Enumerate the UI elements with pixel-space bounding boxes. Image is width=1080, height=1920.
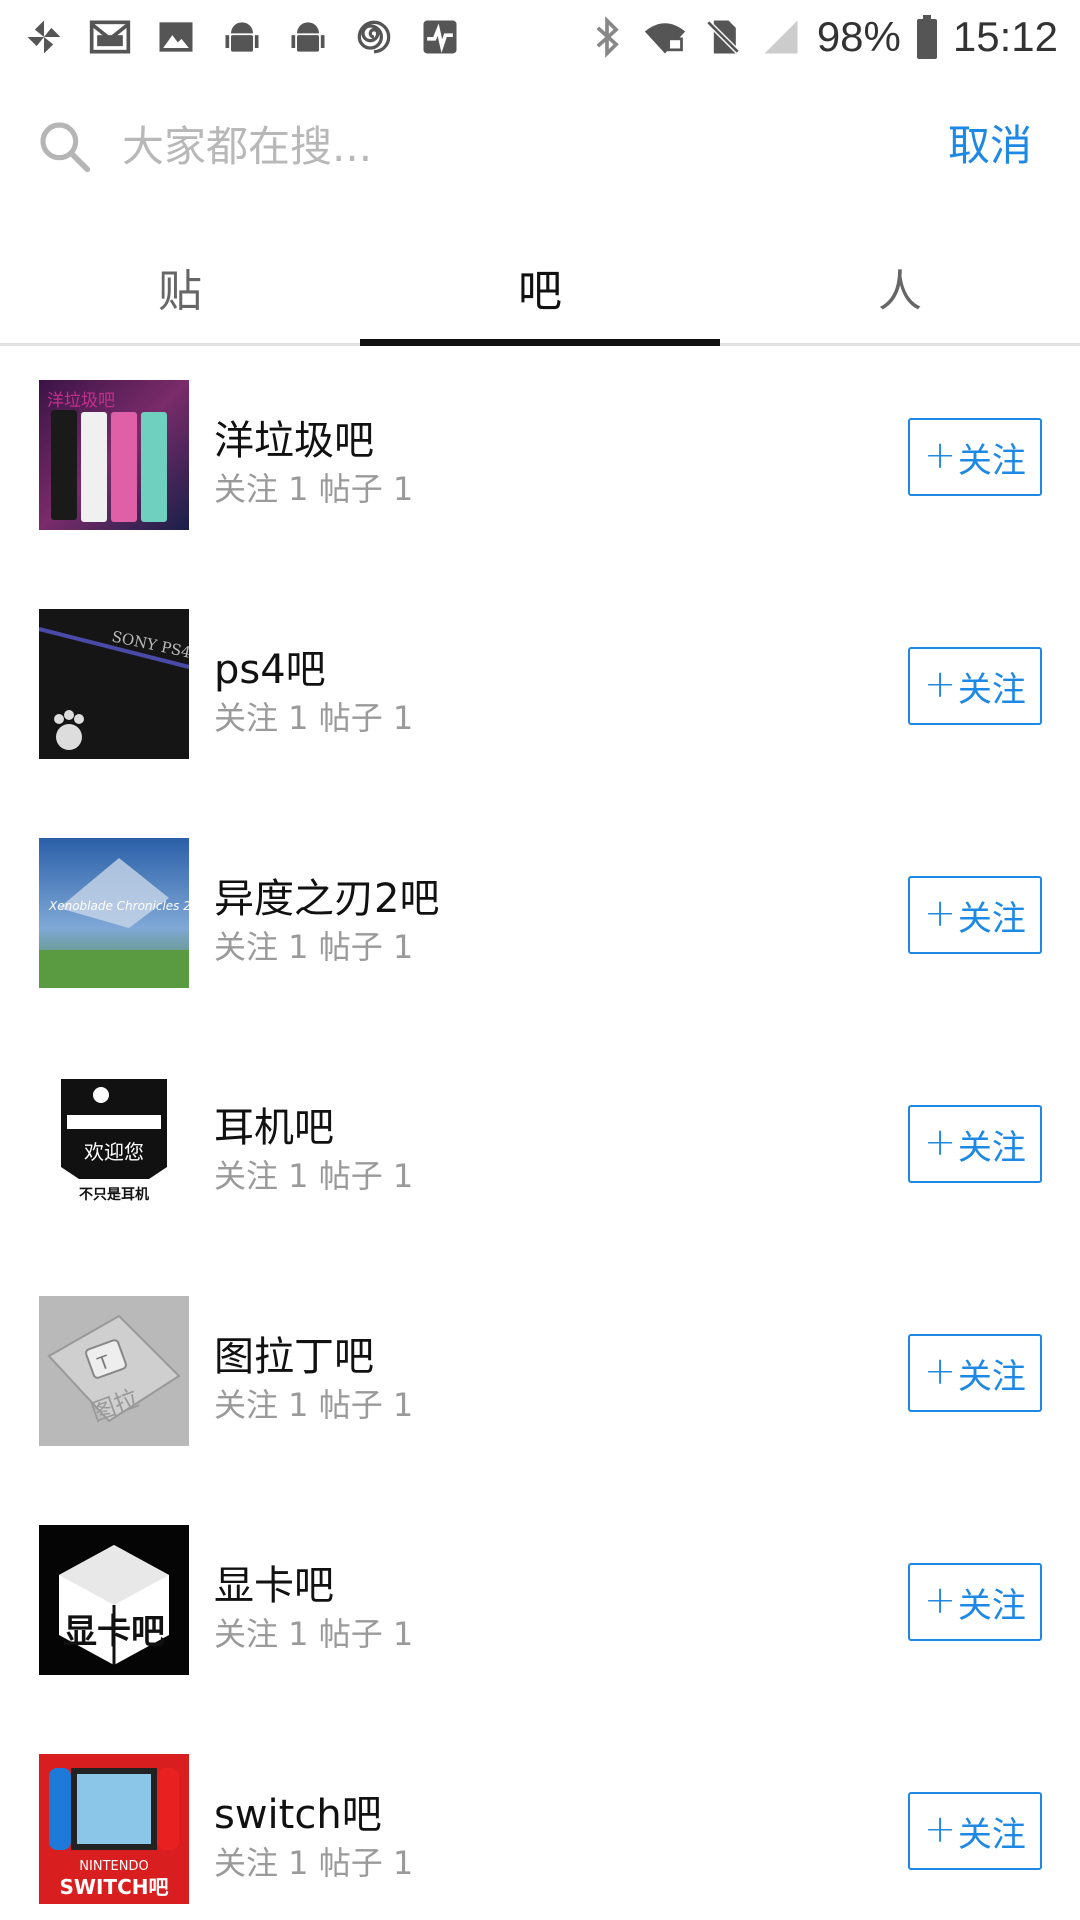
phones-thumbnail: 洋垃圾吧 [39, 380, 189, 530]
plus-icon: + [924, 891, 956, 935]
android-icon [225, 22, 259, 52]
follow-button[interactable]: + 关注 [908, 1792, 1042, 1870]
plus-icon: + [924, 662, 956, 706]
forum-stats: 关注 1 帖子 1 [214, 1157, 414, 1195]
forum-name: switch吧 [214, 1792, 382, 1838]
switch-thumbnail: NINTENDO SWITCH吧 [39, 1754, 189, 1904]
plus-icon: + [924, 1807, 956, 1851]
forum-name: 耳机吧 [214, 1105, 334, 1151]
search-bar: 取消 [0, 80, 1080, 210]
image-icon [159, 22, 193, 52]
forum-stats: 关注 1 帖子 1 [214, 470, 414, 508]
forum-avatar: SONY PS4 [39, 609, 189, 759]
forum-stats: 关注 1 帖子 1 [214, 1844, 414, 1882]
forum-name: 洋垃圾吧 [214, 418, 374, 464]
forum-stats: 关注 1 帖子 1 [214, 1386, 414, 1424]
svg-text:Xenoblade Chronicles 2: Xenoblade Chronicles 2 [48, 899, 189, 913]
mail-icon [89, 20, 131, 54]
list-item[interactable]: NINTENDO SWITCH吧 switch吧 关注 1 帖子 1 + 关注 [0, 1754, 1080, 1920]
forum-avatar: NINTENDO SWITCH吧 [39, 1754, 189, 1904]
tab-people[interactable]: 人 [720, 230, 1080, 343]
follow-button[interactable]: + 关注 [908, 647, 1042, 725]
forum-name: 显卡吧 [214, 1563, 334, 1609]
no-sim-icon [706, 20, 740, 54]
svg-text:欢迎您: 欢迎您 [84, 1140, 144, 1164]
tab-posts[interactable]: 贴 [0, 230, 360, 343]
plus-icon: + [924, 1578, 956, 1622]
signal-icon [764, 20, 798, 54]
forum-name: 图拉丁吧 [214, 1334, 374, 1380]
svg-text:SWITCH吧: SWITCH吧 [60, 1875, 169, 1899]
svg-text:NINTENDO: NINTENDO [79, 1859, 148, 1874]
plus-icon: + [924, 1349, 956, 1393]
tab-forums[interactable]: 吧 [360, 230, 720, 346]
spiral-icon [357, 20, 391, 54]
search-input[interactable] [122, 116, 742, 176]
list-item[interactable]: SONY PS4 ps4吧 关注 1 帖子 1 + 关注 [0, 609, 1080, 838]
list-item[interactable]: 显卡吧 显卡吧 关注 1 帖子 1 + 关注 [0, 1525, 1080, 1754]
svg-text:显卡吧: 显卡吧 [63, 1612, 165, 1652]
battery-icon [916, 15, 937, 59]
forum-stats: 关注 1 帖子 1 [214, 928, 414, 966]
follow-button[interactable]: + 关注 [908, 1334, 1042, 1412]
list-item[interactable]: 洋垃圾吧 洋垃圾吧 关注 1 帖子 1 + 关注 [0, 380, 1080, 609]
status-bar: 98% 15:12 [0, 0, 1080, 75]
headphone-thumbnail: 欢迎您 不只是耳机 [39, 1067, 189, 1217]
forum-result-list: 洋垃圾吧 洋垃圾吧 关注 1 帖子 1 + 关注 SONY PS4 ps4吧 关注… [0, 380, 1080, 1920]
follow-button[interactable]: + 关注 [908, 876, 1042, 954]
tualatin-thumbnail: T 图拉 [39, 1296, 189, 1446]
result-tabs: 贴 吧 人 [0, 230, 1080, 346]
follow-button[interactable]: + 关注 [908, 418, 1042, 496]
xenoblade-thumbnail: Xenoblade Chronicles 2 [39, 838, 189, 988]
forum-avatar: 欢迎您 不只是耳机 [39, 1067, 189, 1217]
clock: 15:12 [952, 13, 1058, 60]
system-icons: 98% 15:12 [585, 10, 1058, 64]
list-item[interactable]: 欢迎您 不只是耳机 耳机吧 关注 1 帖子 1 + 关注 [0, 1067, 1080, 1296]
android-icon [291, 22, 325, 52]
battery-percent: 98% [816, 13, 901, 60]
pulse-icon [423, 20, 457, 54]
wifi-lock-icon [644, 23, 685, 54]
forum-stats: 关注 1 帖子 1 [214, 1615, 414, 1653]
forum-stats: 关注 1 帖子 1 [214, 699, 414, 737]
notification-icons [22, 12, 462, 62]
follow-button[interactable]: + 关注 [908, 1105, 1042, 1183]
search-icon [40, 122, 91, 173]
svg-text:不只是耳机: 不只是耳机 [79, 1186, 149, 1203]
svg-text:洋垃圾吧: 洋垃圾吧 [47, 391, 115, 411]
list-item[interactable]: Xenoblade Chronicles 2 异度之刃2吧 关注 1 帖子 1 … [0, 838, 1080, 1067]
forum-avatar: T 图拉 [39, 1296, 189, 1446]
forum-name: 异度之刃2吧 [214, 876, 440, 922]
forum-avatar: 洋垃圾吧 [39, 380, 189, 530]
plus-icon: + [924, 433, 956, 477]
pinwheel-icon [27, 20, 61, 54]
follow-button[interactable]: + 关注 [908, 1563, 1042, 1641]
forum-avatar: Xenoblade Chronicles 2 [39, 838, 189, 988]
plus-icon: + [924, 1120, 956, 1164]
forum-avatar: 显卡吧 [39, 1525, 189, 1675]
ps4-thumbnail: SONY PS4 [39, 609, 189, 759]
forum-name: ps4吧 [214, 647, 326, 693]
gpu-thumbnail: 显卡吧 [39, 1525, 189, 1675]
cancel-button[interactable]: 取消 [948, 116, 1032, 176]
bluetooth-icon [596, 16, 619, 58]
list-item[interactable]: T 图拉 图拉丁吧 关注 1 帖子 1 + 关注 [0, 1296, 1080, 1525]
